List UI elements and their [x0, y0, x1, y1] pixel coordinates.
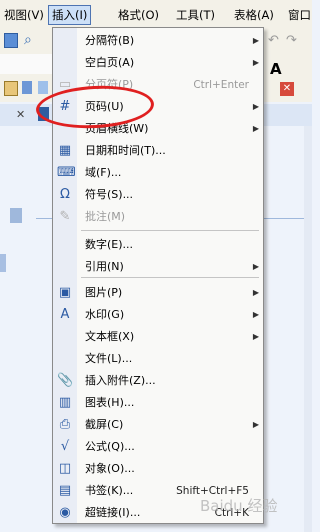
ruler-marker: [0, 254, 6, 272]
formula-icon: √: [60, 439, 70, 454]
menu-item-label: 日期和时间(T)...: [85, 144, 166, 157]
toolbar-standard: ⌕: [0, 28, 52, 55]
menu-view[interactable]: 视图(V): [4, 6, 44, 24]
submenu-arrow-icon: ▶: [252, 124, 259, 133]
watermark-icon: A: [60, 307, 70, 322]
submenu-arrow-icon: ▶: [252, 420, 259, 429]
field-icon: ⌨: [57, 165, 76, 180]
menu-item-label: 截屏(C): [85, 418, 124, 431]
font-size-icon[interactable]: A: [270, 60, 282, 78]
watermark: Baidu 经验: [200, 497, 278, 515]
menu-item-label: 书签(K)...: [85, 484, 134, 497]
date-time-icon: ▦: [58, 143, 72, 158]
menu-item[interactable]: ◫ 对象(O)...: [53, 458, 263, 480]
tabstrip-right: [262, 104, 312, 127]
submenu-arrow-icon: ▶: [252, 36, 259, 45]
menu-item[interactable]: 空白页(A) ▶: [53, 52, 263, 74]
menu-item-label: 超链接(I)...: [85, 506, 141, 519]
menu-item[interactable]: ▣ 图片(P) ▶: [53, 282, 263, 304]
menu-item-label: 图表(H)...: [85, 396, 135, 409]
menu-window[interactable]: 窗口: [288, 6, 311, 24]
comment-icon: ✎: [59, 209, 71, 224]
menu-item: ✎ 批注(M): [53, 206, 263, 228]
submenu-arrow-icon: ▶: [252, 58, 259, 67]
menu-item-label: 图片(P): [85, 286, 123, 299]
undo-icon[interactable]: ↶: [268, 33, 279, 48]
omega-icon: Ω: [60, 187, 70, 202]
submenu-arrow-icon: ▶: [252, 332, 259, 341]
menu-format[interactable]: 格式(O): [118, 6, 159, 24]
menu-item-label: 符号(S)...: [85, 188, 134, 201]
submenu-arrow-icon: ▶: [252, 262, 259, 271]
menu-item[interactable]: ▦ 日期和时间(T)...: [53, 140, 263, 162]
style-bar: [0, 54, 52, 75]
object-icon: ◫: [58, 461, 72, 476]
menu-table[interactable]: 表格(A): [234, 6, 274, 24]
menu-item[interactable]: 引用(N) ▶: [53, 256, 263, 278]
menu-item-label: 插入附件(Z)...: [85, 374, 156, 387]
save-icon[interactable]: [4, 33, 18, 48]
document-area-right: [262, 126, 312, 532]
picture-icon: ▣: [58, 285, 72, 300]
menu-item-label: 引用(N): [85, 260, 124, 273]
screenshot-icon: ⎙: [59, 417, 71, 432]
menu-item-label: 文件(L)...: [85, 352, 133, 365]
menu-item[interactable]: ⌨ 域(F)...: [53, 162, 263, 184]
submenu-arrow-icon: ▶: [252, 310, 259, 319]
menu-item[interactable]: 文件(L)...: [53, 348, 263, 370]
submenu-arrow-icon: ▶: [252, 288, 259, 297]
menu-tools[interactable]: 工具(T): [176, 6, 215, 24]
redo-icon[interactable]: ↷: [286, 33, 297, 48]
paste-icon[interactable]: [4, 81, 18, 96]
menu-insert[interactable]: 插入(I): [48, 5, 92, 25]
menu-item[interactable]: 分隔符(B) ▶: [53, 30, 263, 52]
toolbar-right: ↶ ↷ A ✕: [262, 28, 312, 102]
attachment-icon: 📎: [57, 373, 74, 388]
document-area-left: [0, 126, 52, 532]
format-icon[interactable]: [22, 81, 32, 94]
bookmark-icon: ▤: [58, 483, 72, 498]
menu-separator: [81, 277, 259, 278]
close-document-icon[interactable]: ✕: [280, 82, 294, 96]
menu-item-label: 批注(M): [85, 210, 126, 223]
scrollbar[interactable]: [304, 126, 312, 532]
menu-separator: [81, 230, 259, 231]
tab-close-icon[interactable]: ✕: [16, 108, 25, 121]
menu-item-shortcut: Ctrl+Enter: [193, 79, 249, 91]
document-icon: [10, 208, 22, 223]
menu-item-label: 数字(E)...: [85, 238, 134, 251]
page-edge: [36, 218, 52, 219]
menu-item[interactable]: ⎙ 截屏(C) ▶: [53, 414, 263, 436]
menu-item-label: 文本框(X): [85, 330, 135, 343]
menu-item[interactable]: ▥ 图表(H)...: [53, 392, 263, 414]
menu-item-label: 对象(O)...: [85, 462, 135, 475]
menu-item-label: 公式(Q)...: [85, 440, 135, 453]
menu-item[interactable]: 📎 插入附件(Z)...: [53, 370, 263, 392]
chart-icon: ▥: [58, 395, 72, 410]
submenu-arrow-icon: ▶: [252, 102, 259, 111]
print-preview-icon[interactable]: ⌕: [24, 32, 32, 48]
menu-item[interactable]: A 水印(G) ▶: [53, 304, 263, 326]
align-icon[interactable]: [38, 81, 48, 94]
menu-item-label: 空白页(A): [85, 56, 135, 69]
menu-item[interactable]: 数字(E)...: [53, 234, 263, 256]
menu-item-label: 分隔符(B): [85, 34, 135, 47]
menu-item-label: 域(F)...: [85, 166, 122, 179]
menu-item[interactable]: √ 公式(Q)...: [53, 436, 263, 458]
hyperlink-icon: ◉: [59, 505, 71, 520]
menu-item-label: 水印(G): [85, 308, 125, 321]
menu-item[interactable]: Ω 符号(S)...: [53, 184, 263, 206]
menubar: 视图(V) 插入(I) 格式(O) 工具(T) 表格(A) 窗口: [0, 0, 312, 29]
menu-item[interactable]: 文本框(X) ▶: [53, 326, 263, 348]
